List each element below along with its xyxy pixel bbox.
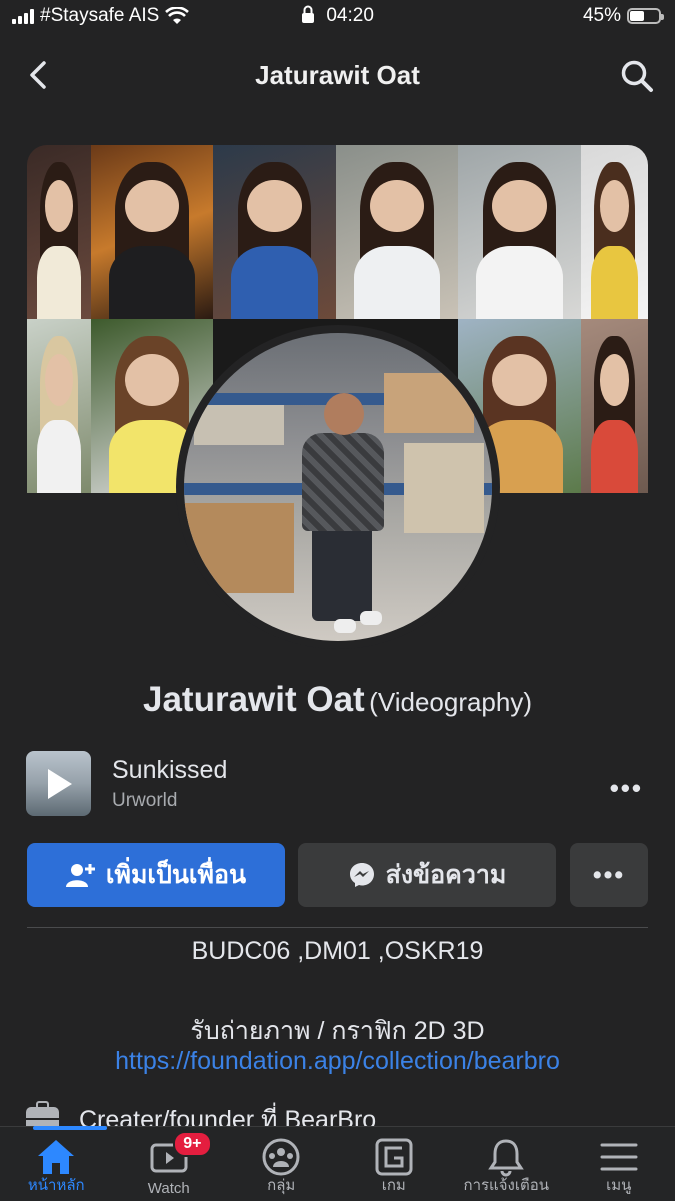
bottom-tab-bar: หน้าหลัก 9+ Watch กลุ่ม เกม การแจ้งเตือน… xyxy=(0,1126,675,1201)
tab-label: เมนู xyxy=(563,1173,675,1197)
active-tab-indicator xyxy=(33,1126,107,1130)
cover-tile xyxy=(336,145,458,319)
play-icon xyxy=(48,769,72,799)
bio-line-1: BUDC06 ,DM01 ,OSKR19 xyxy=(0,937,675,966)
home-icon xyxy=(34,1137,78,1177)
tab-label: เกม xyxy=(338,1173,451,1197)
tab-label: กลุ่ม xyxy=(225,1173,338,1197)
groups-icon xyxy=(259,1137,303,1177)
battery-icon xyxy=(627,8,661,24)
tab-label: หน้าหลัก xyxy=(0,1173,113,1197)
bio-line-2: รับถ่ายภาพ / กราฟิก 2D 3D xyxy=(0,1011,675,1051)
song-artist: Urworld xyxy=(112,790,177,812)
cover-tile xyxy=(27,319,91,493)
profile-name-main: Jaturawit Oat xyxy=(143,680,365,719)
cover-tile xyxy=(581,319,648,493)
tab-menu[interactable]: เมนู xyxy=(563,1127,675,1201)
top-nav: Jaturawit Oat xyxy=(0,40,675,110)
menu-icon xyxy=(597,1137,641,1177)
watch-badge: 9+ xyxy=(173,1131,211,1157)
tab-label: การแจ้งเตือน xyxy=(450,1173,563,1197)
profile-music[interactable]: Sunkissed Urworld ••• xyxy=(26,751,651,817)
profile-alt-name: (Videography) xyxy=(369,687,532,717)
music-more-button[interactable]: ••• xyxy=(610,773,643,804)
lock-icon xyxy=(301,5,315,23)
tab-notifications[interactable]: การแจ้งเตือน xyxy=(450,1127,563,1201)
song-title: Sunkissed xyxy=(112,756,227,785)
cover-tile xyxy=(27,145,91,319)
cover-tile xyxy=(91,145,213,319)
music-thumbnail[interactable] xyxy=(26,751,91,816)
add-friend-button[interactable]: เพิ่มเป็นเพื่อน xyxy=(27,843,285,907)
cover-tile xyxy=(213,145,336,319)
tab-watch[interactable]: 9+ Watch xyxy=(113,1127,226,1201)
cover-tile xyxy=(458,145,581,319)
avatar-photo xyxy=(184,333,492,641)
tab-groups[interactable]: กลุ่ม xyxy=(225,1127,338,1201)
bio-link[interactable]: https://foundation.app/collection/bearbr… xyxy=(0,1047,675,1076)
message-label: ส่งข้อความ xyxy=(386,855,507,895)
tab-label: Watch xyxy=(113,1180,226,1197)
gaming-icon xyxy=(372,1137,416,1177)
message-button[interactable]: ส่งข้อความ xyxy=(298,843,556,907)
profile-picture[interactable] xyxy=(176,325,500,649)
add-friend-icon xyxy=(66,862,96,888)
battery-level xyxy=(630,11,644,21)
battery-percent: 45% xyxy=(583,5,621,27)
cover-tile xyxy=(581,145,648,319)
divider xyxy=(27,927,648,928)
messenger-icon xyxy=(348,861,376,889)
tab-home[interactable]: หน้าหลัก xyxy=(0,1127,113,1201)
search-icon[interactable] xyxy=(619,58,655,94)
add-friend-label: เพิ่มเป็นเพื่อน xyxy=(106,855,246,895)
page-title: Jaturawit Oat xyxy=(0,60,675,91)
clock: 04:20 xyxy=(326,5,374,26)
status-bar: #Staysafe AIS 04:20 45% xyxy=(0,0,675,34)
tab-gaming[interactable]: เกม xyxy=(338,1127,451,1201)
more-actions-button[interactable]: ••• xyxy=(570,843,648,907)
bell-icon xyxy=(484,1137,528,1177)
profile-name: Jaturawit Oat (Videography) xyxy=(0,680,675,720)
